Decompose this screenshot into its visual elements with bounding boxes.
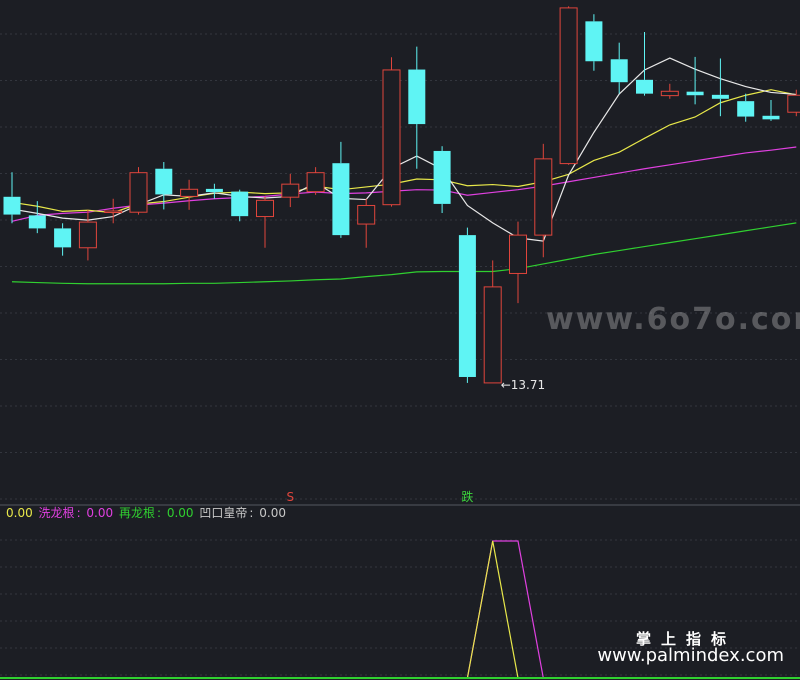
candle-down (433, 150, 451, 204)
legend-first-value: 0.00 (6, 506, 33, 520)
candle-down (610, 59, 628, 83)
candle-down (408, 69, 426, 125)
stock-chart-window: ←13.71 S 跌 0.00 洗龙根: 0.00 再龙根: 0.00 凹口皇帝: … (0, 0, 800, 680)
candle-up (534, 158, 553, 236)
candle-up (509, 234, 527, 274)
signal-die-marker: 跌 (461, 489, 473, 504)
candle-down (636, 79, 653, 94)
candle-down (585, 21, 603, 62)
legend-aokou-value: 0.00 (259, 506, 286, 520)
legend-zailonggen-value: 0.00 (166, 506, 194, 520)
candle-up (281, 183, 300, 198)
indicator-legend: 0.00 洗龙根: 0.00 再龙根: 0.00 凹口皇帝: 0.00 (6, 506, 286, 520)
candle-down (762, 115, 780, 120)
candle-up (78, 221, 97, 249)
candle-up (129, 172, 148, 213)
candle-up (559, 7, 578, 165)
legend-xilonggen-value: 0.00 (86, 506, 114, 520)
candle-down (3, 196, 21, 215)
candle-down (28, 215, 46, 229)
legend-zailonggen-name: 再龙根 (118, 506, 155, 520)
candle-up (483, 286, 502, 384)
ma-white-line (11, 57, 797, 242)
candle-down (231, 191, 249, 217)
candle-down (54, 228, 72, 248)
legend-aokou-name: 凹口皇帝 (199, 506, 248, 520)
candle-up (306, 172, 325, 193)
site-watermark: www.6o7o.com (546, 302, 800, 337)
signal-s-marker: S (286, 490, 294, 504)
candle-up (787, 94, 800, 113)
candle-down (155, 168, 173, 195)
candle-up (104, 210, 123, 214)
candle-down (711, 94, 729, 99)
candle-up (180, 188, 199, 197)
candle-down (686, 91, 704, 96)
candle-up (382, 69, 401, 206)
candle-down (458, 235, 476, 377)
candle-up (357, 204, 376, 225)
candle-down (205, 188, 223, 193)
candle-up (256, 199, 274, 218)
candle-down (737, 101, 755, 117)
ma-green-line (11, 222, 797, 285)
candle-down (332, 163, 350, 236)
url-watermark: www.palmindex.com (597, 645, 784, 666)
legend-xilonggen-name: 洗龙根 (38, 506, 75, 520)
candlestick-chart[interactable]: ←13.71 S 跌 (0, 0, 800, 680)
candle-up (660, 90, 679, 97)
low-price-annotation: ←13.71 (501, 378, 545, 392)
